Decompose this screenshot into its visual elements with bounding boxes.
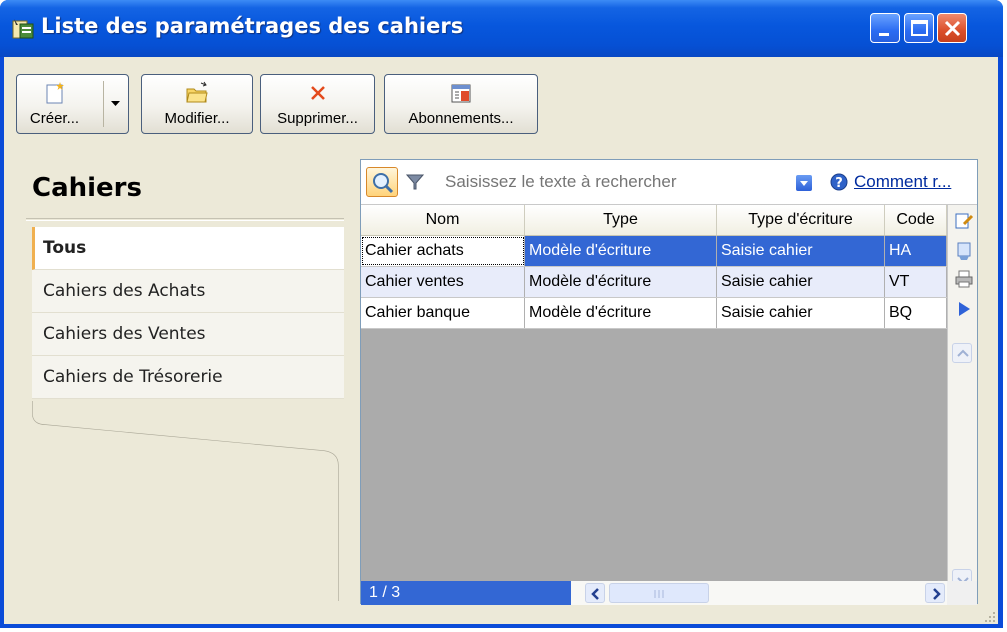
- category-label: Cahiers des Achats: [43, 281, 206, 301]
- cell-nom: Cahier achats: [361, 236, 525, 266]
- app-window: Liste des paramétrages des cahiers Créer…: [0, 0, 1003, 628]
- search-bar: ? Comment r...: [361, 160, 977, 205]
- cell-type-ecriture: Saisie cahier: [717, 298, 885, 328]
- cell-code: HA: [885, 236, 947, 266]
- cell-type: Modèle d'écriture: [525, 267, 717, 297]
- column-header-type[interactable]: Type: [525, 205, 717, 235]
- cell-nom: Cahier ventes: [361, 267, 525, 297]
- cell-code: VT: [885, 267, 947, 297]
- scroll-right-button[interactable]: [925, 583, 945, 603]
- panel-title: Cahiers: [32, 173, 142, 203]
- category-item-ventes[interactable]: Cahiers des Ventes: [32, 313, 344, 356]
- filter-icon[interactable]: [405, 172, 425, 192]
- minimize-icon: [879, 33, 889, 36]
- edit-icon[interactable]: [954, 211, 974, 231]
- new-document-icon: [46, 82, 64, 104]
- export-icon[interactable]: [954, 241, 974, 261]
- category-item-achats[interactable]: Cahiers des Achats: [32, 270, 344, 313]
- category-item-tresorerie[interactable]: Cahiers de Trésorerie: [32, 356, 344, 399]
- scroll-thumb[interactable]: [609, 583, 709, 603]
- minimize-button[interactable]: [870, 13, 900, 43]
- table-header: Nom Type Type d'écriture Code: [361, 205, 947, 236]
- maximize-icon: [911, 20, 928, 36]
- column-header-nom[interactable]: Nom: [361, 205, 525, 235]
- panel-tab-shape: [32, 401, 339, 601]
- horizontal-scrollbar[interactable]: [571, 581, 947, 605]
- cell-code: BQ: [885, 298, 947, 328]
- print-icon[interactable]: [954, 269, 974, 289]
- chevron-up-icon: [957, 349, 969, 357]
- maximize-button[interactable]: [904, 13, 934, 43]
- data-grid: ? Comment r... Nom Type Type d'écriture …: [360, 159, 978, 605]
- grip-icon: [654, 590, 664, 598]
- search-input[interactable]: [433, 169, 793, 195]
- help-icon[interactable]: ?: [829, 172, 849, 192]
- category-item-tous[interactable]: Tous: [32, 227, 344, 270]
- title-bar[interactable]: Liste des paramétrages des cahiers: [0, 0, 1003, 57]
- table-row[interactable]: Cahier ventes Modèle d'écriture Saisie c…: [361, 267, 947, 298]
- subscriptions-button[interactable]: Abonnements...: [384, 74, 538, 134]
- column-header-code[interactable]: Code: [885, 205, 947, 235]
- cell-type: Modèle d'écriture: [525, 298, 717, 328]
- resize-grip-icon[interactable]: [982, 609, 996, 623]
- split-divider: [103, 81, 104, 127]
- delete-x-icon: [310, 86, 325, 100]
- chevron-down-icon[interactable]: [110, 99, 122, 109]
- create-button[interactable]: Créer...: [16, 74, 129, 134]
- page-indicator: 1 / 3: [361, 581, 571, 605]
- play-icon[interactable]: [954, 299, 974, 319]
- divider: [26, 218, 344, 219]
- search-icon: [373, 173, 394, 194]
- scroll-up-button[interactable]: [952, 343, 972, 363]
- search-button[interactable]: [366, 167, 398, 197]
- table-row[interactable]: Cahier achats Modèle d'écriture Saisie c…: [361, 236, 947, 267]
- create-label: Créer...: [29, 110, 80, 127]
- scroll-left-button[interactable]: [585, 583, 605, 603]
- column-header-type-ecriture[interactable]: Type d'écriture: [717, 205, 885, 235]
- cell-type-ecriture: Saisie cahier: [717, 267, 885, 297]
- category-panel: Cahiers Tous Cahiers des Achats Cahiers …: [26, 155, 344, 601]
- app-icon: [12, 19, 34, 39]
- cell-nom: Cahier banque: [361, 298, 525, 328]
- grid-side-toolbar: [947, 205, 977, 605]
- delete-button[interactable]: Supprimer...: [260, 74, 375, 134]
- modify-label: Modifier...: [164, 110, 230, 127]
- folder-edit-icon: [186, 81, 208, 103]
- chevron-right-icon: [933, 588, 941, 600]
- cell-type: Modèle d'écriture: [525, 236, 717, 266]
- category-label: Cahiers de Trésorerie: [43, 367, 223, 387]
- delete-label: Supprimer...: [277, 110, 358, 127]
- chevron-down-icon: [800, 181, 808, 186]
- chevron-left-icon: [591, 588, 599, 600]
- window-title: Liste des paramétrages des cahiers: [41, 14, 464, 38]
- close-button[interactable]: [937, 13, 967, 43]
- category-list: Tous Cahiers des Achats Cahiers des Vent…: [32, 227, 344, 399]
- help-link[interactable]: Comment r...: [854, 172, 951, 192]
- category-label: Cahiers des Ventes: [43, 324, 206, 344]
- cell-type-ecriture: Saisie cahier: [717, 236, 885, 266]
- divider: [26, 220, 344, 221]
- calendar-icon: [451, 84, 471, 103]
- search-dropdown[interactable]: [796, 175, 812, 191]
- window-client: Créer... Modifier... Supprimer... Abonne…: [4, 57, 998, 624]
- svg-text:?: ?: [835, 176, 843, 191]
- close-icon: [944, 20, 961, 37]
- table-body: Cahier achats Modèle d'écriture Saisie c…: [361, 236, 947, 329]
- table-row[interactable]: Cahier banque Modèle d'écriture Saisie c…: [361, 298, 947, 329]
- subscriptions-label: Abonnements...: [408, 110, 514, 127]
- modify-button[interactable]: Modifier...: [141, 74, 253, 134]
- grid-status-bar: 1 / 3: [361, 581, 977, 605]
- category-label: Tous: [43, 238, 87, 258]
